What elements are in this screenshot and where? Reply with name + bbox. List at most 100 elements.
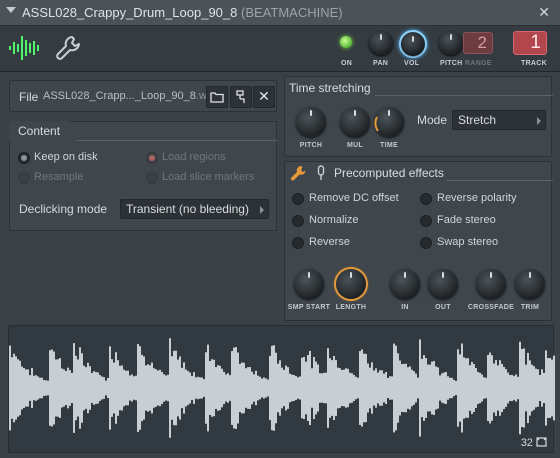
waveform-bar xyxy=(53,351,55,425)
load-regions-radio[interactable] xyxy=(146,152,158,164)
close-icon[interactable]: ✕ xyxy=(538,5,550,21)
waveform-bar xyxy=(263,377,265,399)
vol-knob[interactable] xyxy=(402,33,424,55)
pan-knob[interactable] xyxy=(369,31,393,55)
waveform-bar xyxy=(209,361,211,415)
waveform-bar xyxy=(207,344,209,432)
range-value[interactable]: 2 xyxy=(463,32,493,54)
title-bar[interactable]: ASSL028_Crappy_Drum_Loop_90_8 (BEATMACHI… xyxy=(0,0,560,26)
waveform-bar xyxy=(91,372,93,404)
waveform-bar xyxy=(305,361,307,415)
time-stretching-title: Time stretching xyxy=(289,81,371,95)
track-value[interactable]: 1 xyxy=(513,31,547,55)
keep-on-disk-radio[interactable] xyxy=(18,152,30,164)
waveform-bar xyxy=(341,369,343,407)
waveform-bar xyxy=(349,372,351,404)
folder-open-button[interactable] xyxy=(206,86,228,108)
waveform-bar xyxy=(515,374,517,402)
waveform-bar xyxy=(353,374,355,402)
waveform-bar xyxy=(391,376,393,400)
load-regions-label: Load regions xyxy=(162,151,226,163)
in-label: IN xyxy=(401,304,409,311)
wrench-icon[interactable] xyxy=(289,164,307,182)
waveform-bar xyxy=(181,367,183,409)
waveform-bar xyxy=(325,372,327,404)
microphone-icon[interactable] xyxy=(312,164,330,182)
waveform-bar xyxy=(67,367,69,409)
length-label: LENGTH xyxy=(335,304,367,311)
waveform-bar xyxy=(433,361,435,415)
file-basename: ASSL028_Crapp..._Loop_90_8 xyxy=(43,90,196,102)
waveform-bar xyxy=(439,375,441,401)
waveform-bar xyxy=(549,357,551,419)
declicking-mode-select[interactable]: Transient (no bleeding) xyxy=(120,199,269,219)
chevron-right-icon xyxy=(537,117,541,125)
resample-label: Resample xyxy=(34,171,84,183)
waveform-bar xyxy=(57,359,59,417)
content-panel: Content Keep on disk Load regions Resamp… xyxy=(9,121,278,231)
waveform-display[interactable]: 32 xyxy=(8,325,555,453)
waveform-bar xyxy=(199,377,201,399)
waveform-bar xyxy=(127,370,129,406)
waveform-bar xyxy=(221,368,223,408)
waveform-bar xyxy=(317,364,319,412)
waveform-bar xyxy=(55,359,57,417)
in-knob[interactable] xyxy=(390,269,420,299)
waveform-bar xyxy=(251,371,253,405)
reverse-radio[interactable] xyxy=(292,237,304,249)
waveform-bar xyxy=(399,360,401,416)
close-icon[interactable]: ✕ xyxy=(253,86,275,108)
reverse-polarity-radio[interactable] xyxy=(420,193,432,205)
out-knob[interactable] xyxy=(428,269,458,299)
waveform-bar xyxy=(327,348,329,428)
trim-knob[interactable] xyxy=(515,269,545,299)
waveform-bar xyxy=(441,373,443,403)
waveform-bar xyxy=(273,345,275,431)
mul-knob[interactable] xyxy=(340,107,370,137)
waveform-bar xyxy=(425,358,427,418)
waveform-bar xyxy=(419,339,421,437)
on-led[interactable] xyxy=(340,36,352,48)
waveform-icon[interactable] xyxy=(6,29,44,67)
waveform-bar xyxy=(185,369,187,407)
normalize-radio[interactable] xyxy=(292,215,304,227)
waveform-bar xyxy=(271,345,273,431)
resample-radio[interactable] xyxy=(18,172,30,184)
smp-start-knob[interactable] xyxy=(294,269,324,299)
waveform-bar xyxy=(503,366,505,410)
length-knob[interactable] xyxy=(336,269,366,299)
waveform-bar xyxy=(13,353,15,423)
zoom-control[interactable]: 32 xyxy=(521,437,547,449)
triangle-down-icon[interactable] xyxy=(6,7,16,13)
waveform-bar xyxy=(77,359,79,417)
waveform-bar xyxy=(69,370,71,406)
waveform-bar xyxy=(539,374,541,402)
file-label: File xyxy=(19,90,39,104)
pitch-stretch-knob[interactable] xyxy=(296,107,326,137)
pitch-knob[interactable] xyxy=(439,31,463,55)
waveform-bar xyxy=(291,374,293,402)
fx-chain-button[interactable] xyxy=(230,86,252,108)
waveform-bar xyxy=(131,374,133,402)
remove-dc-offset-radio[interactable] xyxy=(292,193,304,205)
wrench-icon[interactable] xyxy=(55,34,81,62)
folder-open-icon xyxy=(210,92,224,103)
waveform-bar xyxy=(287,367,289,409)
fade-stereo-radio[interactable] xyxy=(420,215,432,227)
waveform-bar xyxy=(497,365,499,411)
waveform-bar xyxy=(301,357,303,419)
waveform-bar xyxy=(283,369,285,407)
waveform-bar xyxy=(107,377,109,399)
load-slice-markers-radio[interactable] xyxy=(146,172,158,184)
waveform-bar xyxy=(465,358,467,418)
mode-select[interactable]: Stretch xyxy=(452,110,546,130)
swap-stereo-radio[interactable] xyxy=(420,237,432,249)
crossfade-label: CROSSFADE xyxy=(467,304,515,311)
waveform-bar xyxy=(63,369,65,407)
waveform-bar xyxy=(275,352,277,424)
waveform-bar xyxy=(115,352,117,424)
waveform-bar xyxy=(193,372,195,404)
waveform-bar xyxy=(541,369,543,407)
crossfade-knob[interactable] xyxy=(476,269,506,299)
waveform-bar xyxy=(177,359,179,417)
